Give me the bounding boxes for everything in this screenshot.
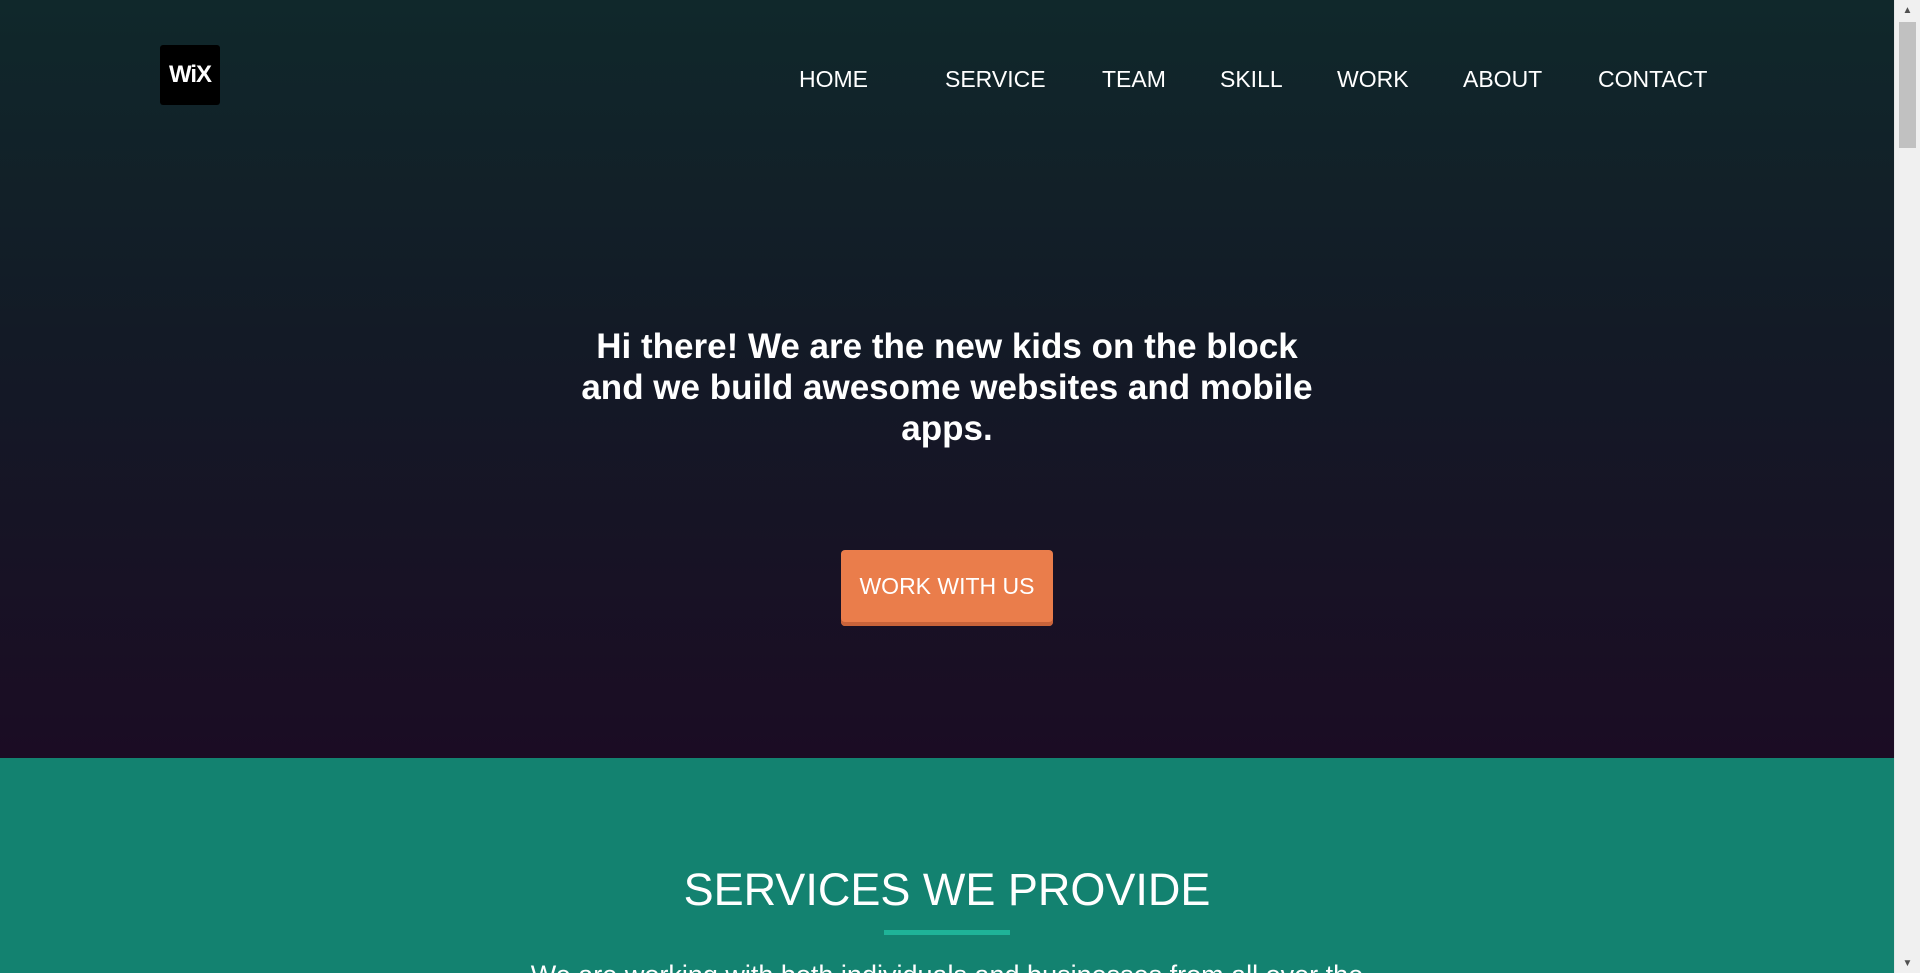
nav-skill[interactable]: SKILL	[1220, 64, 1283, 94]
services-section: SERVICES WE PROVIDE We are working with …	[0, 758, 1894, 973]
scroll-down-arrow-icon[interactable]: ▼	[1895, 953, 1920, 973]
services-title: SERVICES WE PROVIDE	[683, 864, 1211, 915]
page: WiX HOME SERVICE TEAM SKILL WORK ABOUT C…	[0, 0, 1894, 973]
hero-headline-line-2: and we build awesome websites and mobile	[581, 368, 1313, 407]
scrollbar-thumb[interactable]	[1899, 22, 1916, 148]
nav-contact[interactable]: CONTACT	[1598, 64, 1707, 94]
nav-home[interactable]: HOME	[799, 64, 868, 94]
browser-viewport: WiX HOME SERVICE TEAM SKILL WORK ABOUT C…	[0, 0, 1920, 973]
nav-work[interactable]: WORK	[1337, 64, 1409, 94]
services-description: We are working with both individuals and…	[0, 958, 1894, 973]
scroll-up-arrow-icon[interactable]: ▲	[1895, 0, 1920, 20]
nav-about[interactable]: ABOUT	[1463, 64, 1542, 94]
hero-headline-line-1: Hi there! We are the new kids on the blo…	[596, 327, 1298, 366]
work-with-us-button[interactable]: WORK WITH US	[841, 550, 1053, 626]
hero-section: WiX HOME SERVICE TEAM SKILL WORK ABOUT C…	[0, 0, 1894, 758]
nav-service[interactable]: SERVICE	[945, 64, 1046, 94]
hero-headline: Hi there! We are the new kids on the blo…	[547, 326, 1347, 449]
vertical-scrollbar[interactable]: ▲ ▼	[1894, 0, 1920, 973]
hero-headline-line-3: apps.	[901, 409, 993, 448]
services-title-underline	[884, 930, 1010, 935]
nav-team[interactable]: TEAM	[1102, 64, 1166, 94]
wix-logo[interactable]: WiX	[160, 45, 220, 105]
